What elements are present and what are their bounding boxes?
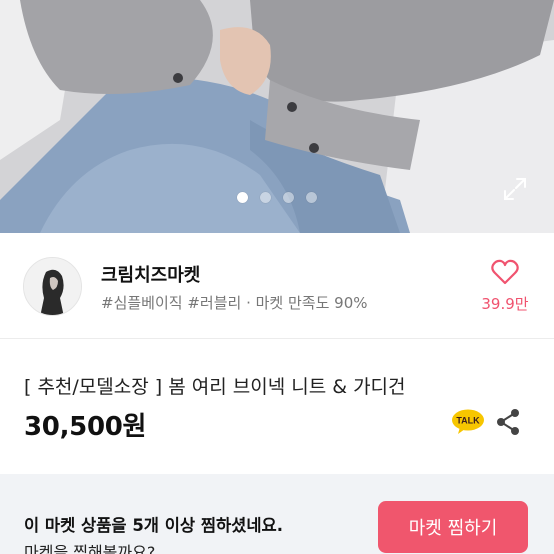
shop-tags-satisfaction: #심플베이직 #러블리 · 마켓 만족도 90% (101, 294, 368, 312)
carousel-dot-active[interactable] (237, 192, 248, 203)
expand-icon[interactable] (502, 176, 528, 202)
product-image[interactable] (0, 0, 554, 233)
shop-info[interactable]: 크림치즈마켓 #심플베이직 #러블리 · 마켓 만족도 90% 39.9만 (0, 233, 554, 339)
share-icon[interactable] (495, 408, 521, 436)
banner-message: 이 마켓 상품을 5개 이상 찜하셨네요. (24, 516, 283, 535)
talk-icon[interactable]: TALK (451, 409, 485, 435)
carousel-dot[interactable] (306, 192, 317, 203)
heart-outline-icon[interactable] (491, 259, 519, 285)
banner-question: 마켓을 찜해볼까요? (24, 543, 156, 554)
shop-name[interactable]: 크림치즈마켓 (101, 261, 200, 287)
svg-text:TALK: TALK (456, 416, 480, 426)
product-title: [ 추천/모델소장 ] 봄 여리 브이넥 니트 & 가디건 (24, 376, 406, 398)
carousel-indicator (0, 192, 554, 203)
carousel-dot[interactable] (260, 192, 271, 203)
shop-avatar[interactable] (23, 257, 82, 316)
product-price: 30,500원 (24, 412, 147, 442)
market-follow-banner: 이 마켓 상품을 5개 이상 찜하셨네요. 마켓을 찜해볼까요? 마켓 찜하기 (0, 474, 554, 554)
follow-market-button[interactable]: 마켓 찜하기 (378, 501, 528, 553)
carousel-dot[interactable] (283, 192, 294, 203)
like-count: 39.9만 (481, 295, 529, 313)
